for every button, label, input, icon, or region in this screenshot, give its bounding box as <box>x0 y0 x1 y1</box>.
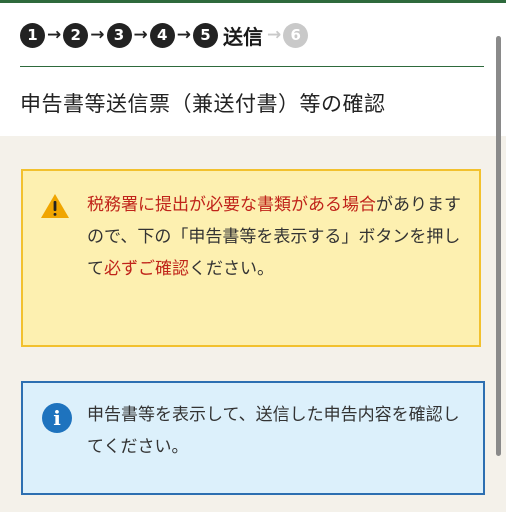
top-accent-bar <box>0 0 506 3</box>
step-5-icon: 5 <box>193 22 218 48</box>
warning-emphasis-condition: 税務署に提出が必要な書類がある場合 <box>87 195 376 215</box>
step-2-icon: 2 <box>63 22 89 48</box>
step-4-icon: 4 <box>149 22 175 48</box>
arrow-right-icon: → <box>176 25 191 45</box>
step-3-icon: 3 <box>106 22 132 48</box>
arrow-right-icon: → <box>90 25 105 45</box>
warning-notice: 税務署に提出が必要な書類がある場合がありますので、下の「申告書等を表示する」ボタ… <box>21 169 481 347</box>
step-1-icon: 1 <box>20 22 45 48</box>
warning-text: 税務署に提出が必要な書類がある場合がありますので、下の「申告書等を表示する」ボタ… <box>87 189 471 285</box>
info-icon: i <box>42 403 72 433</box>
info-text: 申告書等を表示して、送信した申告内容を確認してください。 <box>87 405 460 457</box>
page-title: 申告書等送信票（兼送付書）等の確認 <box>20 92 386 116</box>
arrow-right-icon: → <box>267 25 282 45</box>
arrow-right-icon: → <box>133 25 148 45</box>
arrow-right-icon: → <box>47 25 62 45</box>
warning-ending: ください。 <box>189 259 274 279</box>
page: 1 → 2 → 3 → 4 → 5 送信 → 6 申告書等送信票（兼送付書）等の… <box>0 0 506 512</box>
content-area: 税務署に提出が必要な書類がある場合がありますので、下の「申告書等を表示する」ボタ… <box>0 136 506 512</box>
step-indicator: 1 → 2 → 3 → 4 → 5 送信 → 6 <box>20 20 309 50</box>
warning-emphasis-confirm: 必ずご確認 <box>104 259 189 279</box>
info-notice: i 申告書等を表示して、送信した申告内容を確認してください。 <box>21 381 485 495</box>
title-divider <box>20 66 484 67</box>
current-step-label: 送信 <box>223 24 263 49</box>
warning-triangle-icon <box>41 194 69 218</box>
step-6-icon: 6 <box>283 22 309 48</box>
scrollbar[interactable] <box>496 36 501 456</box>
